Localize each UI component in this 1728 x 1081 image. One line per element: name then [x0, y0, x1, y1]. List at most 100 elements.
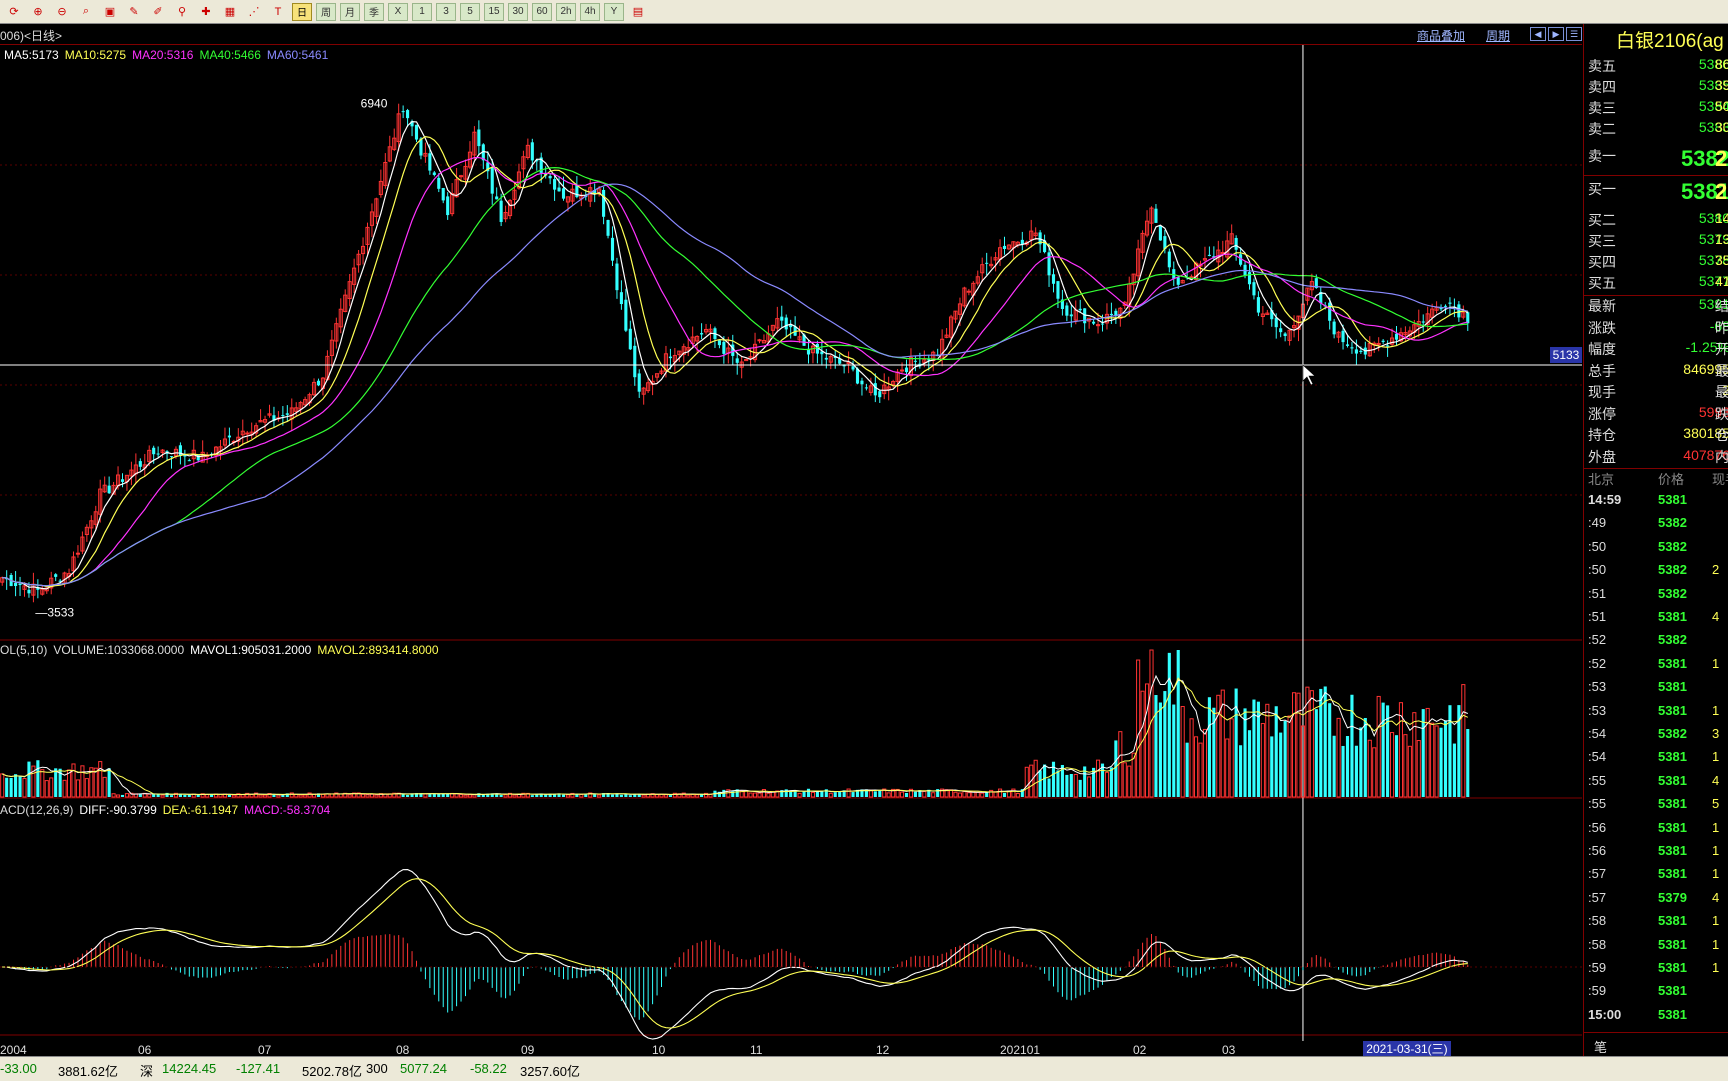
volume-bar	[1056, 770, 1060, 797]
quote-volume: 30	[1715, 119, 1728, 135]
candle-body	[495, 196, 499, 200]
kline-chart[interactable]: 6940 —3533	[0, 45, 1582, 1041]
tick-price: 5381	[1658, 796, 1687, 812]
tick-volume: 1	[1712, 819, 1720, 835]
stat-label: 持仓	[1588, 427, 1616, 443]
volume-bar	[873, 791, 877, 797]
x-axis-label: 02	[1133, 1043, 1147, 1057]
volume-bar	[1216, 694, 1221, 798]
volume-bar	[610, 794, 615, 797]
tick-row: :51 5381 4	[1588, 609, 1728, 629]
ma-line-ma10	[2, 135, 1468, 588]
volume-bar	[1167, 652, 1171, 797]
candle-body	[1332, 321, 1336, 335]
volume-bar	[1354, 745, 1358, 797]
volume-bar	[1047, 778, 1051, 797]
volume-bar	[5, 777, 9, 797]
period-button-5[interactable]: 1	[412, 2, 432, 21]
zoom-out-icon[interactable]: ⊖	[52, 3, 72, 21]
period-button-9[interactable]: 30	[508, 2, 528, 21]
volume-bar	[1131, 752, 1136, 798]
volume-bar	[757, 792, 762, 798]
layout-icon[interactable]: ☰	[1566, 27, 1582, 41]
volume-bar	[1189, 718, 1194, 798]
candle-body	[1092, 321, 1096, 324]
arrow-right-icon[interactable]: ▶	[1548, 27, 1564, 41]
quote-row: 卖二 5383 30	[1588, 119, 1728, 139]
volume-bar	[1043, 764, 1047, 797]
ma-line-ma20	[2, 156, 1468, 587]
tick-time: :59	[1588, 983, 1607, 999]
new-icon[interactable]: ✚	[196, 3, 216, 21]
period-button-3[interactable]: 季	[364, 2, 384, 21]
candle-body	[316, 380, 321, 386]
volume-bar	[1172, 704, 1176, 797]
candle-body	[169, 456, 174, 458]
period-link[interactable]: 周期	[1486, 27, 1510, 44]
tick-price: 5381	[1658, 960, 1687, 975]
volume-bar	[1207, 697, 1211, 797]
candle-body	[1256, 297, 1260, 313]
volume-bar	[579, 793, 584, 798]
volume-bar	[975, 791, 980, 798]
volume-bar	[1122, 762, 1127, 798]
period-button-11[interactable]: 2h	[556, 2, 576, 21]
candle-body	[1443, 305, 1448, 307]
period-button-10[interactable]: 60	[532, 2, 552, 21]
zoom-in-icon[interactable]: ⊕	[28, 3, 48, 21]
x-axis-label: 202101	[1000, 1043, 1041, 1057]
tick-icon[interactable]: T	[268, 3, 288, 21]
pen-icon[interactable]: ✎	[124, 3, 144, 21]
period-button-12[interactable]: 4h	[580, 2, 600, 21]
tick-price: 5381	[1658, 772, 1687, 788]
period-button-8[interactable]: 15	[484, 2, 504, 21]
candle-body	[1047, 252, 1051, 276]
volume-bar	[530, 795, 534, 797]
period-button-1[interactable]: 周	[316, 2, 336, 21]
period-button-0[interactable]: 日	[292, 2, 312, 21]
candle-body	[187, 460, 191, 462]
tick-price: 5381	[1658, 936, 1687, 952]
window-icon[interactable]: ▣	[100, 3, 120, 21]
ma-line-ma40	[2, 166, 1468, 587]
tick-row: :55 5381 4	[1588, 773, 1728, 793]
zoom-icon[interactable]: ⌕	[76, 3, 96, 21]
candle-body	[1328, 302, 1332, 321]
quote-divider	[1584, 175, 1728, 176]
volume-bar	[1363, 717, 1367, 797]
brush-icon[interactable]: ✐	[148, 3, 168, 21]
stat-label: 最新	[1588, 298, 1616, 314]
candle-body	[1448, 302, 1452, 304]
candle-body	[784, 317, 788, 330]
volume-bar	[446, 793, 450, 797]
calendar-icon[interactable]: ▤	[628, 3, 648, 21]
volume-bar	[1381, 702, 1385, 797]
volume-bar	[980, 792, 985, 798]
filter-icon[interactable]: ⚲	[172, 3, 192, 21]
volume-bar	[196, 794, 200, 797]
quote-volume: 14	[1715, 210, 1728, 226]
table-icon[interactable]: ▦	[220, 3, 240, 21]
volume-bar	[663, 794, 669, 798]
volume-bar	[1095, 759, 1101, 798]
candle-body	[561, 188, 566, 199]
volume-bar	[886, 792, 891, 798]
period-button-7[interactable]: 5	[460, 2, 480, 21]
stat-label: 总手	[1588, 362, 1616, 379]
volume-bar	[1154, 695, 1158, 797]
period-button-4[interactable]: X	[388, 2, 408, 21]
volume-bar	[1140, 690, 1145, 798]
instrument-title: 白银2106(ag	[1616, 31, 1724, 52]
arrow-left-icon[interactable]: ◀	[1530, 27, 1546, 41]
volume-bar	[1198, 742, 1203, 798]
footer-tab[interactable]: 笔	[1594, 1037, 1607, 1056]
period-button-2[interactable]: 月	[340, 2, 360, 21]
volume-bar	[1372, 747, 1377, 798]
period-button-13[interactable]: Y	[604, 2, 624, 21]
add-product-link[interactable]: 商品叠加	[1417, 27, 1465, 44]
line-chart-icon[interactable]: ⋰	[244, 3, 264, 21]
tick-price: 5382	[1658, 515, 1687, 531]
quote-row: 卖三 5384 50	[1588, 98, 1728, 118]
refresh-icon[interactable]: ⟳	[4, 3, 24, 21]
period-button-6[interactable]: 3	[436, 2, 456, 21]
